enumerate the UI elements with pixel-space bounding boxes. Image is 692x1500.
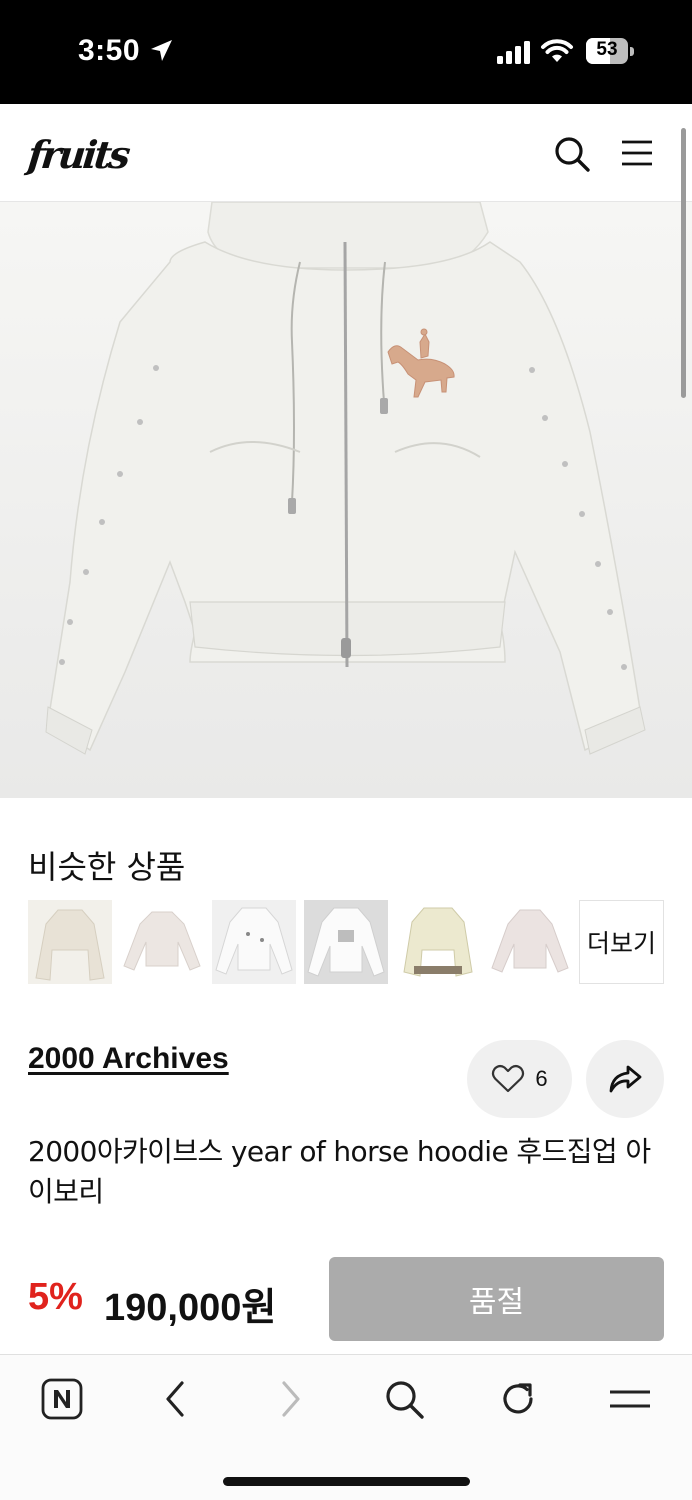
naver-home-icon[interactable] <box>40 1377 84 1421</box>
search-icon[interactable] <box>552 134 592 174</box>
product-name: 2000아카이브스 year of horse hoodie 후드집업 아이보리 <box>28 1135 651 1208</box>
similar-item-thumb[interactable] <box>120 900 204 984</box>
product-image[interactable] <box>0 202 692 798</box>
heart-icon <box>492 1064 525 1093</box>
browser-toolbar <box>0 1354 692 1500</box>
refresh-icon[interactable] <box>496 1377 540 1421</box>
browser-menu-icon[interactable] <box>608 1377 652 1421</box>
hamburger-menu-icon[interactable] <box>620 138 654 168</box>
more-similar-button[interactable]: 더보기 <box>579 900 664 984</box>
battery-level: 53 <box>596 39 618 60</box>
status-bar: 3:50 53 <box>0 0 692 104</box>
site-logo[interactable]: fruits <box>26 132 130 177</box>
discount-rate: 5% <box>28 1276 83 1318</box>
similar-item-thumb[interactable] <box>396 900 480 984</box>
home-indicator[interactable] <box>223 1477 470 1486</box>
similar-item-thumb[interactable] <box>488 900 572 984</box>
similar-item-thumb[interactable] <box>28 900 112 984</box>
price: 190,000원 <box>104 1287 277 1329</box>
hoodie-illustration <box>45 202 646 755</box>
status-time: 3:50 <box>78 34 141 67</box>
site-header: fruits <box>0 104 692 202</box>
signal-icon <box>497 41 530 64</box>
browser-search-icon[interactable] <box>382 1377 426 1421</box>
soldout-button: 품절 <box>329 1257 664 1341</box>
location-arrow-icon <box>151 40 172 61</box>
like-button[interactable]: 6 <box>467 1040 572 1118</box>
forward-arrow-icon[interactable] <box>268 1377 312 1421</box>
similar-item-thumb[interactable] <box>304 900 388 984</box>
share-button[interactable] <box>586 1040 664 1118</box>
share-arrow-icon <box>609 1065 642 1093</box>
scrollbar[interactable] <box>681 128 686 398</box>
brand-link[interactable]: 2000 Archives <box>28 1042 229 1076</box>
back-arrow-icon[interactable] <box>154 1377 198 1421</box>
like-count: 6 <box>535 1066 548 1091</box>
wifi-icon <box>541 39 573 62</box>
battery-icon: 53 <box>586 38 634 64</box>
similar-items-title: 비슷한 상품 <box>28 848 186 886</box>
similar-item-thumb[interactable] <box>212 900 296 984</box>
